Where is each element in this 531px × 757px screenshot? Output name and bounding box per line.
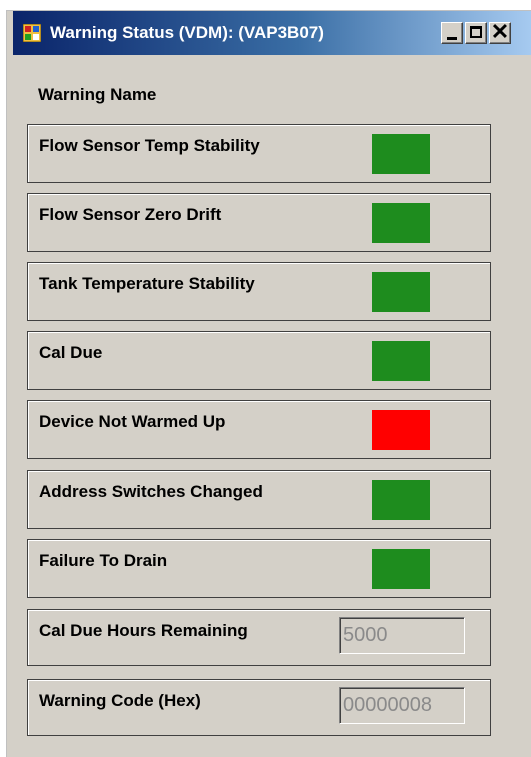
- status-indicator: [372, 134, 430, 174]
- field-label: Cal Due Hours Remaining: [39, 621, 248, 640]
- minimize-icon: [447, 37, 457, 40]
- warning-row-cal-due: Cal Due: [27, 331, 491, 390]
- status-indicator: [372, 549, 430, 589]
- warning-label: Flow Sensor Temp Stability: [39, 136, 260, 155]
- warning-label: Flow Sensor Zero Drift: [39, 205, 222, 224]
- title-bar[interactable]: Warning Status (VDM): (VAP3B07) ✕: [13, 11, 531, 55]
- warning-row-tank-temperature-stability: Tank Temperature Stability: [27, 262, 491, 321]
- maximize-icon: [470, 26, 482, 38]
- warning-label: Cal Due: [39, 343, 103, 362]
- warning-label: Tank Temperature Stability: [39, 274, 255, 293]
- close-button[interactable]: ✕: [489, 19, 511, 44]
- minimize-button[interactable]: [441, 22, 463, 44]
- warning-row-device-not-warmed-up: Device Not Warmed Up: [27, 400, 491, 459]
- status-indicator: [372, 203, 430, 243]
- maximize-button[interactable]: [465, 22, 487, 44]
- status-indicator: [372, 272, 430, 312]
- warning-row-failure-to-drain: Failure To Drain: [27, 539, 491, 598]
- warning-label: Device Not Warmed Up: [39, 412, 226, 431]
- app-icon: [22, 23, 42, 43]
- warning-label: Failure To Drain: [39, 551, 168, 570]
- warning-name-header: Warning Name: [38, 85, 157, 104]
- status-indicator: [372, 341, 430, 381]
- status-indicator: [372, 480, 430, 520]
- close-icon: ✕: [490, 19, 510, 44]
- window-title: Warning Status (VDM): (VAP3B07): [50, 23, 324, 42]
- status-indicator: [372, 410, 430, 450]
- warning-row-flow-sensor-temp-stability: Flow Sensor Temp Stability: [27, 124, 491, 183]
- field-row-cal-due-hours-remaining: Cal Due Hours Remaining 5000: [27, 609, 491, 666]
- warning-code-field[interactable]: 00000008: [339, 687, 465, 724]
- cal-due-hours-field[interactable]: 5000: [339, 617, 465, 654]
- warning-row-flow-sensor-zero-drift: Flow Sensor Zero Drift: [27, 193, 491, 252]
- warning-label: Address Switches Changed: [39, 482, 263, 501]
- field-label: Warning Code (Hex): [39, 691, 201, 710]
- field-row-warning-code-hex: Warning Code (Hex) 00000008: [27, 679, 491, 736]
- warning-row-address-switches-changed: Address Switches Changed: [27, 470, 491, 529]
